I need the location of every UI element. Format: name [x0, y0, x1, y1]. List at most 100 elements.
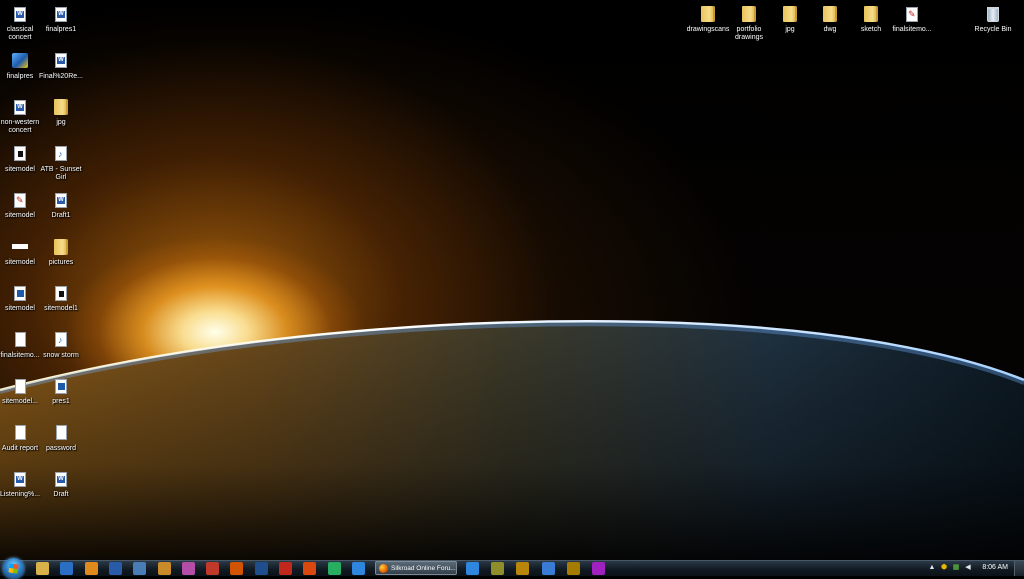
desktop-icon[interactable]: pres1 [39, 377, 83, 406]
firefox-icon[interactable] [303, 562, 317, 575]
desktop-icon-label: finalpres [6, 72, 34, 80]
folder-icon [781, 5, 799, 23]
clock[interactable]: 8:06 AM [982, 564, 1008, 571]
desktop-icon[interactable]: snow storm [39, 331, 83, 360]
warcraft-icon[interactable] [566, 562, 580, 575]
desktop-icon[interactable]: finalpres [0, 52, 42, 81]
game-icon[interactable] [491, 562, 505, 575]
media-player-icon[interactable] [84, 562, 98, 575]
desktop-icon-label: Audit report [1, 444, 39, 452]
desktop-icon[interactable]: sitemodel [0, 284, 42, 313]
desktop-icon[interactable]: finalsitemo... [0, 331, 42, 360]
taskbar: Silkroad Online Foru... ▲ ⬢ ▦ ◀ 8:06 AM [0, 558, 1024, 579]
show-desktop-button[interactable] [1014, 561, 1024, 576]
desktop-icon-label: sketch [860, 26, 882, 33]
word-icon[interactable] [108, 562, 122, 575]
tray-expand-icon[interactable]: ▲ [928, 564, 936, 572]
desktop-icon[interactable]: sitemodel... [0, 377, 42, 406]
desktop-icon[interactable]: sketch [849, 5, 893, 34]
word-doc-icon [52, 52, 70, 70]
blank-file-icon [11, 331, 29, 349]
volume-icon[interactable]: ◀ [964, 564, 972, 572]
blue-app-icon[interactable] [351, 562, 365, 575]
shield-icon[interactable]: ⬢ [940, 564, 948, 572]
word-doc-icon [52, 191, 70, 209]
autocad-icon[interactable] [279, 562, 292, 575]
program-shortcut-icon [11, 52, 29, 70]
desktop-icon-label: sitemodel [5, 305, 35, 312]
purple-app-icon[interactable] [592, 562, 605, 575]
audio-file-icon [52, 145, 70, 163]
desktop-icon-label: Draft [53, 491, 69, 498]
desktop-icon[interactable]: dwg [808, 5, 852, 34]
desktop-icon[interactable]: finalpres1 [39, 5, 83, 34]
desktop-icon[interactable]: jpg [39, 98, 83, 127]
desktop-icon[interactable]: Audit report [0, 424, 42, 453]
photoshop-icon[interactable] [254, 562, 268, 575]
desktop-icon[interactable]: Draft [39, 470, 83, 499]
game2-icon[interactable] [516, 562, 530, 575]
image-file-icon [11, 145, 29, 163]
desktop-icon[interactable]: Draft1 [39, 191, 83, 220]
folder-icon [699, 5, 717, 23]
desktop-icon[interactable]: portfolio drawings [727, 5, 771, 42]
powerpoint-icon[interactable] [230, 562, 244, 575]
network-icon[interactable]: ▦ [952, 564, 960, 572]
desktop-icon-label: Draft1 [51, 212, 71, 219]
desktop-icon[interactable]: drawingscans [686, 5, 730, 34]
planet-horizon [0, 320, 1024, 560]
globe-icon[interactable] [541, 562, 555, 575]
desktop-icon[interactable]: ATB - Sunset Girl [39, 145, 83, 182]
folder-icon[interactable] [36, 562, 49, 575]
desktop-icon[interactable]: non-western concert [0, 98, 42, 135]
desktop-icon-label: sitemodel1 [44, 305, 78, 312]
autocad-file-icon [11, 191, 29, 209]
desktop-icon[interactable]: sitemodel [0, 238, 42, 267]
desktop-icon-label: non-western concert [0, 119, 40, 134]
document-icon[interactable] [133, 562, 147, 575]
desktop-icon-label: ATB - Sunset Girl [40, 165, 82, 181]
blank-file-icon [11, 377, 29, 395]
taskbar-task-silkroad[interactable]: Silkroad Online Foru... [375, 561, 457, 575]
desktop-icon[interactable]: jpg [768, 5, 812, 34]
desktop-icon[interactable]: sitemodel [0, 191, 42, 220]
desktop-icon-label: drawingscans [686, 26, 730, 33]
desktop-icon[interactable]: password [39, 424, 83, 453]
calendar-icon[interactable] [206, 562, 220, 575]
recycle-bin-icon [984, 5, 1002, 23]
desktop-icon-label: jpg [785, 26, 795, 33]
desktop-icon-label: finalsitemo... [892, 26, 932, 33]
desktop-icon[interactable]: classical concert [0, 5, 42, 42]
folder-icon [52, 98, 70, 116]
desktop-icon[interactable]: pictures [39, 238, 83, 267]
word-doc-icon [11, 470, 29, 488]
desktop-icon[interactable]: finalsitemo... [890, 5, 934, 34]
photoshop-file-icon [52, 377, 70, 395]
word-doc-icon [11, 5, 29, 23]
word-doc-icon [52, 5, 70, 23]
desktop-icon[interactable]: sitemodel [0, 145, 42, 174]
autocad-file-icon [903, 5, 921, 23]
ie-icon[interactable] [466, 562, 479, 575]
folder-icon [740, 5, 758, 23]
desktop-icon-label: sitemodel... [2, 398, 38, 405]
desktop-icon[interactable]: Final%20Re... [39, 52, 83, 81]
desktop-icon-label: portfolio drawings [734, 26, 763, 41]
folder-icon[interactable] [157, 562, 171, 575]
desktop-icon-label: snow storm [43, 351, 79, 359]
desktop-icon-label: pictures [48, 258, 74, 266]
folder-icon [862, 5, 880, 23]
desktop-icon-label: pres1 [52, 398, 70, 405]
desktop-icon-label: jpg [56, 119, 66, 126]
blank-file-icon [11, 424, 29, 442]
desktop-icon-label: finalpres1 [45, 26, 77, 33]
recycle-bin[interactable]: Recycle Bin [971, 5, 1015, 34]
desktop-icon-label: Recycle Bin [974, 26, 1012, 33]
chat-icon[interactable] [327, 562, 341, 575]
photo-icon[interactable] [181, 562, 195, 575]
word-icon[interactable] [60, 562, 74, 575]
word-doc-icon [52, 470, 70, 488]
desktop-icon[interactable]: sitemodel1 [39, 284, 83, 313]
blank-file-icon [52, 424, 70, 442]
desktop-icon[interactable]: Listening%... [0, 470, 42, 499]
